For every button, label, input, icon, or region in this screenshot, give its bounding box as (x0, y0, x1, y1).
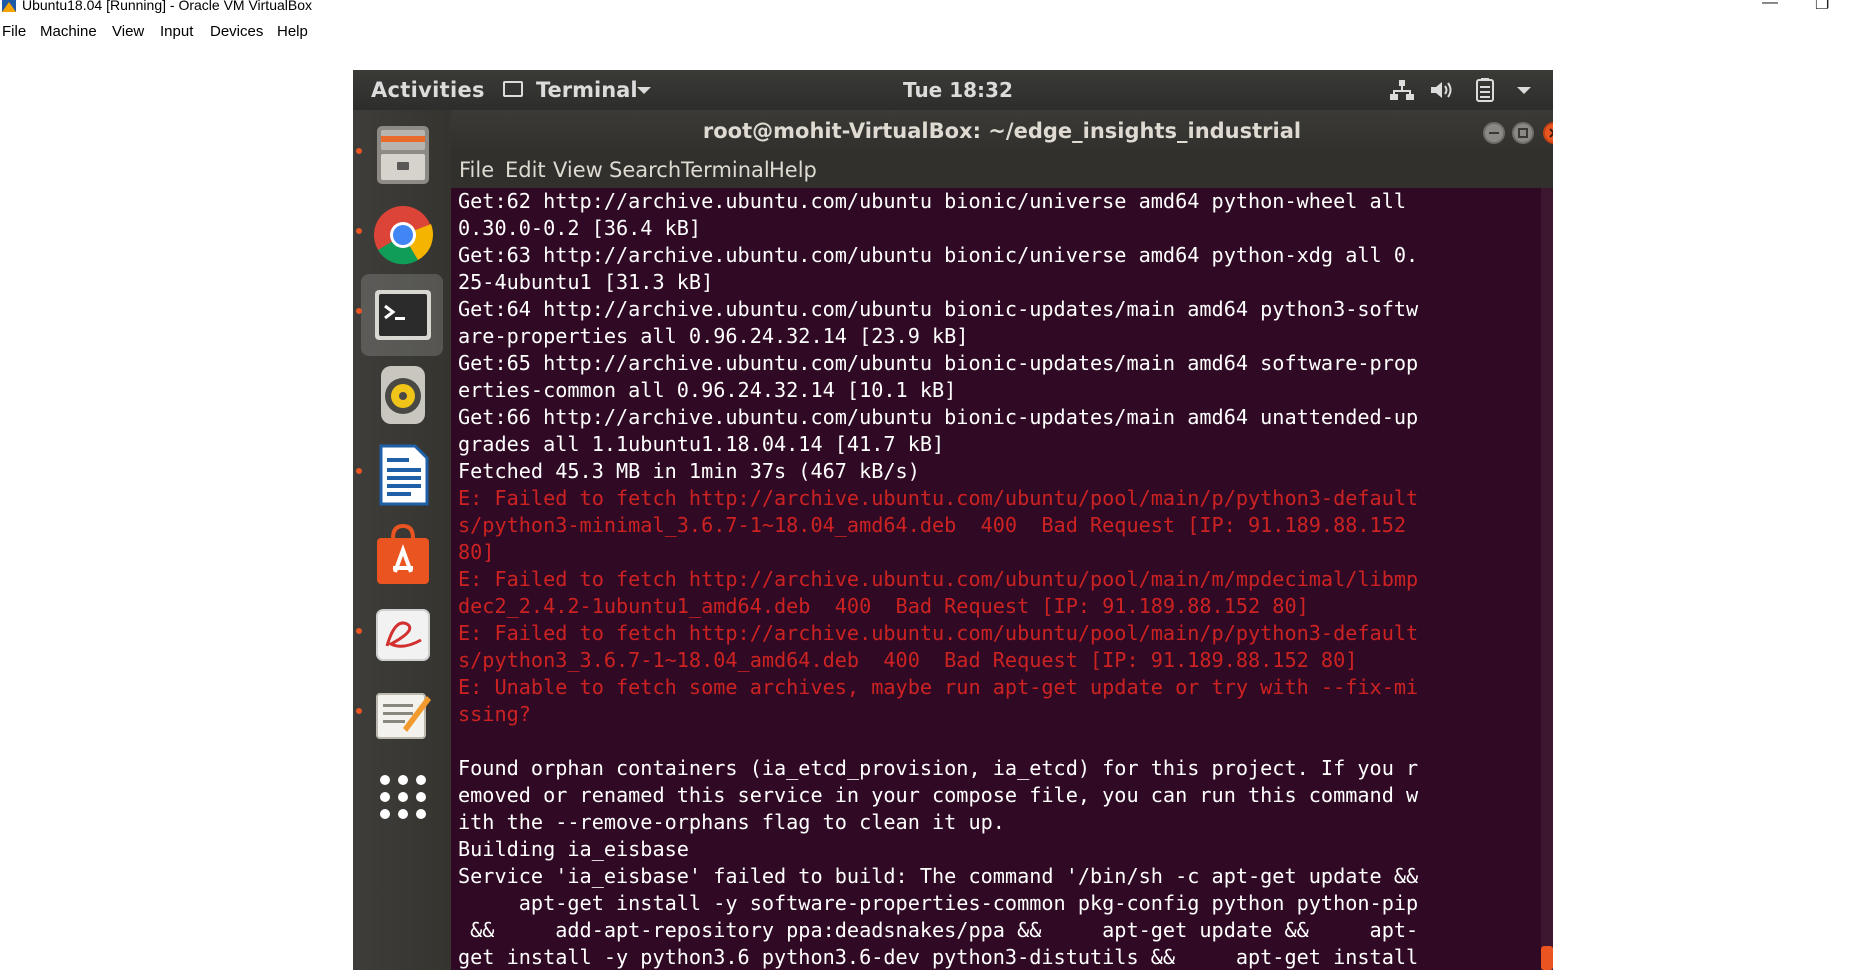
terminal-line: emoved or renamed this service in your c… (458, 783, 1419, 807)
terminal-scrollbar-thumb[interactable] (1541, 946, 1553, 970)
terminal-app-icon (503, 81, 523, 97)
gnome-top-bar: Activities Terminal Tue 18:32 (353, 70, 1553, 110)
maximize-icon (1518, 128, 1528, 138)
terminal-output[interactable]: Get:62 http://archive.ubuntu.com/ubuntu … (451, 188, 1541, 970)
terminal-minimize-button[interactable] (1483, 122, 1505, 144)
terminal-line: Get:66 http://archive.ubuntu.com/ubuntu … (458, 405, 1419, 429)
terminal-line: erties-common all 0.96.24.32.14 [10.1 kB… (458, 378, 957, 402)
running-indicator (356, 628, 362, 634)
host-menu-help[interactable]: Help (277, 23, 308, 40)
running-indicator (356, 148, 362, 154)
terminal-line: Building ia_eisbase (458, 837, 689, 861)
dock-item-text-editor[interactable] (361, 674, 443, 756)
dock-item-files[interactable] (361, 114, 443, 196)
dock-item-pdf[interactable] (361, 594, 443, 676)
running-indicator (356, 708, 362, 714)
virtualbox-logo-icon (2, 0, 16, 12)
chrome-icon (374, 206, 433, 265)
network-icon[interactable] (1390, 79, 1414, 101)
terminal-line: E: Failed to fetch http://archive.ubuntu… (458, 486, 1419, 510)
minimize-button[interactable]: — (1762, 0, 1778, 12)
terminal-line: E: Unable to fetch some archives, maybe … (458, 675, 1419, 699)
terminal-menu-help[interactable]: Help (769, 158, 817, 182)
volume-icon[interactable] (1431, 80, 1457, 100)
host-menu-view[interactable]: View (112, 23, 144, 40)
vm-display[interactable]: Activities Terminal Tue 18:32 root@mohit… (353, 70, 1553, 970)
terminal-line: Get:64 http://archive.ubuntu.com/ubuntu … (458, 297, 1419, 321)
software-center-icon (377, 524, 429, 584)
clock-label: Tue 18:32 (903, 78, 1013, 102)
terminal-line: 80] (458, 540, 495, 564)
dock-item-rhythmbox[interactable] (361, 354, 443, 436)
terminal-line: grades all 1.1ubuntu1.18.04.14 [41.7 kB] (458, 432, 945, 456)
speaker-icon (381, 366, 425, 424)
terminal-line: ith the --remove-orphans flag to clean i… (458, 810, 1005, 834)
host-menu-bar: File Machine View Input Devices Help (0, 20, 1876, 44)
system-menu-chevron-icon[interactable] (1517, 87, 1531, 94)
terminal-line: E: Failed to fetch http://archive.ubuntu… (458, 621, 1419, 645)
terminal-line: s/python3_3.6.7-1~18.04_amd64.deb 400 Ba… (458, 648, 1358, 672)
chevron-down-icon (637, 87, 651, 94)
terminal-menu-bar: File Edit View Search Terminal Help (451, 152, 1553, 188)
dock-show-apps[interactable] (361, 756, 443, 838)
dock-item-chrome[interactable] (361, 194, 443, 276)
terminal-scrollbar[interactable] (1541, 188, 1553, 970)
host-title-bar: Ubuntu18.04 [Running] - Oracle VM Virtua… (0, 0, 1876, 14)
terminal-line: Get:63 http://archive.ubuntu.com/ubuntu … (458, 243, 1419, 267)
running-indicator (356, 308, 362, 314)
terminal-line: ssing? (458, 702, 531, 726)
terminal-line: Service 'ia_eisbase' failed to build: Th… (458, 864, 1419, 888)
terminal-line: E: Failed to fetch http://archive.ubuntu… (458, 567, 1419, 591)
terminal-menu-terminal[interactable]: Terminal (681, 158, 770, 182)
restore-button[interactable]: ❐ (1815, 0, 1829, 14)
text-editor-icon (376, 693, 431, 739)
files-icon (377, 126, 429, 184)
terminal-line: Get:62 http://archive.ubuntu.com/ubuntu … (458, 189, 1407, 213)
terminal-line: dec2_2.4.2-1ubuntu1_amd64.deb 400 Bad Re… (458, 594, 1309, 618)
dock-item-terminal[interactable] (361, 274, 443, 356)
terminal-icon (375, 290, 431, 340)
terminal-maximize-button[interactable] (1512, 122, 1534, 144)
terminal-line: get install -y python3.6 python3.6-dev p… (458, 945, 1419, 969)
terminal-menu-edit[interactable]: Edit (505, 158, 546, 182)
terminal-window-title: root@mohit-VirtualBox: ~/edge_insights_i… (702, 119, 1302, 143)
activities-button[interactable]: Activities (371, 78, 485, 102)
pdf-reader-icon (376, 609, 430, 661)
host-menu-file[interactable]: File (2, 23, 26, 40)
terminal-title-bar[interactable]: root@mohit-VirtualBox: ~/edge_insights_i… (451, 110, 1553, 152)
show-apps-icon (380, 775, 426, 819)
host-window-title: Ubuntu18.04 [Running] - Oracle VM Virtua… (22, 0, 313, 13)
terminal-line: 0.30.0-0.2 [36.4 kB] (458, 216, 702, 240)
running-indicator (356, 228, 362, 234)
dock-item-writer[interactable] (361, 434, 443, 516)
battery-icon[interactable] (1474, 78, 1496, 102)
terminal-line: are-properties all 0.96.24.32.14 [23.9 k… (458, 324, 969, 348)
minimize-icon (1489, 132, 1499, 134)
terminal-line: Fetched 45.3 MB in 1min 37s (467 kB/s) (458, 459, 920, 483)
terminal-line: 25-4ubuntu1 [31.3 kB] (458, 270, 714, 294)
terminal-menu-file[interactable]: File (459, 158, 494, 182)
terminal-line: && add-apt-repository ppa:deadsnakes/ppa… (458, 918, 1419, 942)
dock (353, 110, 451, 970)
host-menu-input[interactable]: Input (160, 23, 193, 40)
terminal-line: apt-get install -y software-properties-c… (458, 891, 1419, 915)
dock-item-software[interactable] (361, 514, 443, 596)
host-menu-devices[interactable]: Devices (210, 23, 263, 40)
terminal-line: s/python3-minimal_3.6.7-1~18.04_amd64.de… (458, 513, 1407, 537)
terminal-line: Found orphan containers (ia_etcd_provisi… (458, 756, 1419, 780)
terminal-line: Get:65 http://archive.ubuntu.com/ubuntu … (458, 351, 1419, 375)
running-indicator (356, 468, 362, 474)
terminal-menu-view[interactable]: View (553, 158, 603, 182)
close-icon (1549, 128, 1553, 138)
app-menu-label: Terminal (536, 78, 638, 102)
terminal-menu-search[interactable]: Search (609, 158, 681, 182)
host-menu-machine[interactable]: Machine (40, 23, 97, 40)
writer-icon (379, 444, 429, 506)
